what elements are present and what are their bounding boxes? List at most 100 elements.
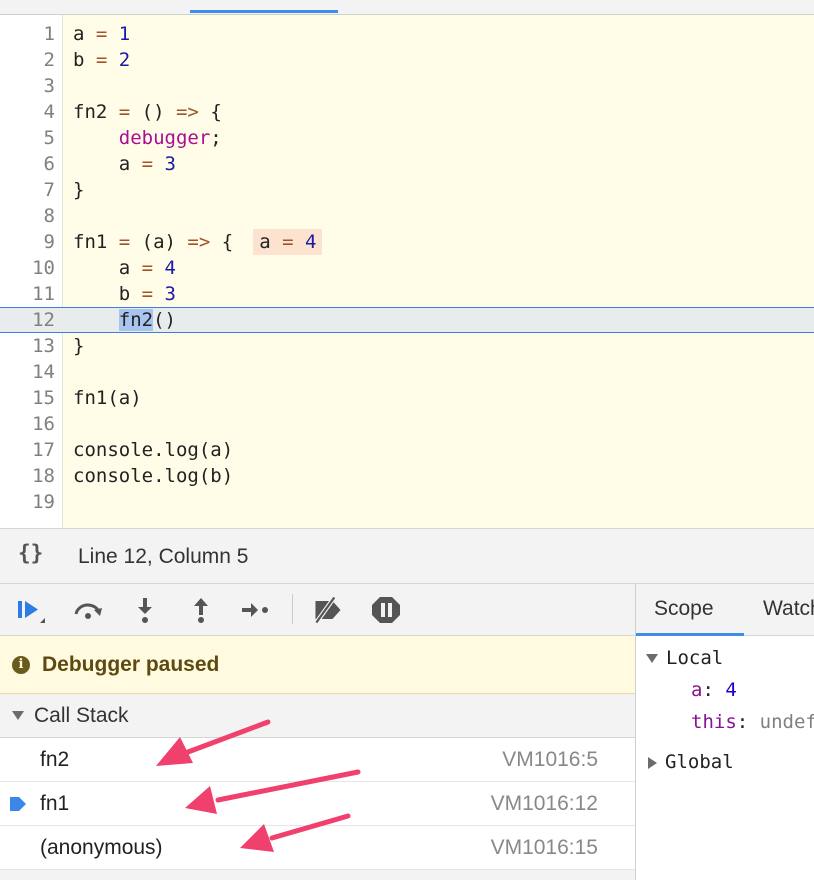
code-token: b bbox=[73, 283, 142, 305]
code-line[interactable]: 13} bbox=[0, 333, 814, 359]
line-number[interactable]: 13 bbox=[0, 333, 55, 359]
inline-value-number: 4 bbox=[305, 231, 317, 253]
code-token: fn2 bbox=[73, 101, 119, 123]
code-line[interactable]: 8 bbox=[0, 203, 814, 229]
expand-triangle-icon bbox=[12, 711, 24, 720]
code-line[interactable]: 16 bbox=[0, 411, 814, 437]
deactivate-breakpoints-button[interactable] bbox=[311, 594, 345, 626]
code-token: a bbox=[73, 153, 142, 175]
code-line-current[interactable]: 12 fn2() bbox=[0, 307, 814, 333]
scope-local-header[interactable]: Local bbox=[646, 645, 723, 671]
toolbar-separator bbox=[292, 594, 293, 624]
code-line[interactable]: 4 fn2 = () => { bbox=[0, 99, 814, 125]
debugger-toolbar bbox=[0, 584, 635, 636]
code-line[interactable]: 3 bbox=[0, 73, 814, 99]
scope-property-a[interactable]: a: 4 bbox=[691, 677, 737, 703]
code-token: console.log(b) bbox=[73, 465, 234, 487]
call-frame-location[interactable]: VM1016:5 bbox=[502, 748, 598, 772]
step-out-button[interactable] bbox=[184, 594, 218, 626]
code-line[interactable]: 5 debugger; bbox=[0, 125, 814, 151]
line-number[interactable]: 12 bbox=[0, 307, 55, 333]
line-number[interactable]: 1 bbox=[0, 21, 55, 47]
code-line[interactable]: 18 console.log(b) bbox=[0, 463, 814, 489]
call-frame-fn2[interactable]: fn2 VM1016:5 bbox=[0, 738, 635, 782]
code-line[interactable]: 6 a = 3 bbox=[0, 151, 814, 177]
pause-on-exceptions-button[interactable] bbox=[369, 594, 403, 626]
line-number[interactable]: 17 bbox=[0, 437, 55, 463]
scope-global-header[interactable]: Global bbox=[648, 749, 734, 775]
tab-watch[interactable]: Watch bbox=[763, 597, 814, 621]
inline-variable-value: a = 4 bbox=[253, 229, 323, 255]
scope-local-label: Local bbox=[666, 647, 724, 669]
resume-icon bbox=[18, 601, 45, 623]
code-line[interactable]: 1 a = 1 bbox=[0, 21, 814, 47]
current-frame-arrow-icon bbox=[10, 797, 26, 811]
line-number[interactable]: 4 bbox=[0, 99, 55, 125]
call-frame-name: fn2 bbox=[40, 748, 70, 771]
line-number[interactable]: 19 bbox=[0, 489, 55, 515]
code-line[interactable]: 7} bbox=[0, 177, 814, 203]
call-frame-name: (anonymous) bbox=[40, 836, 163, 859]
code-line[interactable]: 11 b = 3 bbox=[0, 281, 814, 307]
line-number[interactable]: 16 bbox=[0, 411, 55, 437]
code-text: a = 4 bbox=[73, 255, 176, 281]
call-frame-fn1[interactable]: fn1 VM1016:12 bbox=[0, 782, 635, 826]
call-frame-location[interactable]: VM1016:15 bbox=[491, 836, 598, 860]
code-token: 3 bbox=[164, 283, 176, 305]
line-number[interactable]: 8 bbox=[0, 203, 55, 229]
pretty-print-icon[interactable]: {} bbox=[18, 541, 43, 565]
code-line[interactable]: 14 bbox=[0, 359, 814, 385]
line-number[interactable]: 15 bbox=[0, 385, 55, 411]
code-text: a = 1 bbox=[73, 21, 130, 47]
line-number[interactable]: 11 bbox=[0, 281, 55, 307]
code-line[interactable]: 9 fn1 = (a) => {a = 4 bbox=[0, 229, 814, 255]
line-number[interactable]: 7 bbox=[0, 177, 55, 203]
code-text: b = 3 bbox=[73, 281, 176, 307]
code-text: } bbox=[73, 333, 84, 359]
selected-token: fn2 bbox=[118, 309, 154, 331]
property-name: this bbox=[691, 711, 737, 733]
code-line[interactable]: 17 console.log(a) bbox=[0, 437, 814, 463]
code-token: = bbox=[118, 101, 131, 123]
line-number[interactable]: 18 bbox=[0, 463, 55, 489]
step-button[interactable] bbox=[239, 594, 273, 626]
scope-property-this[interactable]: this: undefined bbox=[691, 709, 814, 735]
property-colon: : bbox=[736, 711, 760, 733]
call-stack-header[interactable]: Call Stack bbox=[0, 694, 635, 738]
call-frame-anonymous[interactable]: (anonymous) VM1016:15 bbox=[0, 826, 635, 870]
call-frame-location[interactable]: VM1016:12 bbox=[491, 792, 598, 816]
line-number[interactable]: 2 bbox=[0, 47, 55, 73]
info-icon: i bbox=[12, 656, 30, 674]
code-text: console.log(b) bbox=[73, 463, 233, 489]
line-number[interactable]: 5 bbox=[0, 125, 55, 151]
code-token: debugger bbox=[118, 127, 211, 149]
call-stack-title: Call Stack bbox=[34, 704, 129, 727]
step-into-button[interactable] bbox=[128, 594, 162, 626]
resume-button[interactable] bbox=[14, 594, 48, 626]
code-token: = bbox=[95, 23, 108, 45]
code-line[interactable]: 19 bbox=[0, 489, 814, 515]
code-token: = bbox=[141, 257, 154, 279]
call-frame-name: fn1 bbox=[40, 792, 70, 815]
line-number[interactable]: 3 bbox=[0, 73, 55, 99]
line-number[interactable]: 9 bbox=[0, 229, 55, 255]
cursor-position: Line 12, Column 5 bbox=[78, 545, 249, 568]
code-token: console.log(a) bbox=[73, 439, 234, 461]
line-number[interactable]: 6 bbox=[0, 151, 55, 177]
code-line[interactable]: 2b = 2 bbox=[0, 47, 814, 73]
line-number[interactable]: 10 bbox=[0, 255, 55, 281]
code-token: 2 bbox=[118, 49, 131, 71]
step-icon bbox=[242, 603, 268, 617]
tab-scope[interactable]: Scope bbox=[654, 597, 714, 621]
step-over-button[interactable] bbox=[71, 594, 105, 626]
line-number[interactable]: 14 bbox=[0, 359, 55, 385]
code-editor[interactable]: 1a = 12b = 2 3 4 fn2 = () => {5 debugger; 6 … bbox=[0, 15, 814, 528]
code-line[interactable]: 10 a = 4 bbox=[0, 255, 814, 281]
code-line[interactable]: 15 fn1(a) bbox=[0, 385, 814, 411]
inline-value-operator: = bbox=[282, 231, 294, 253]
